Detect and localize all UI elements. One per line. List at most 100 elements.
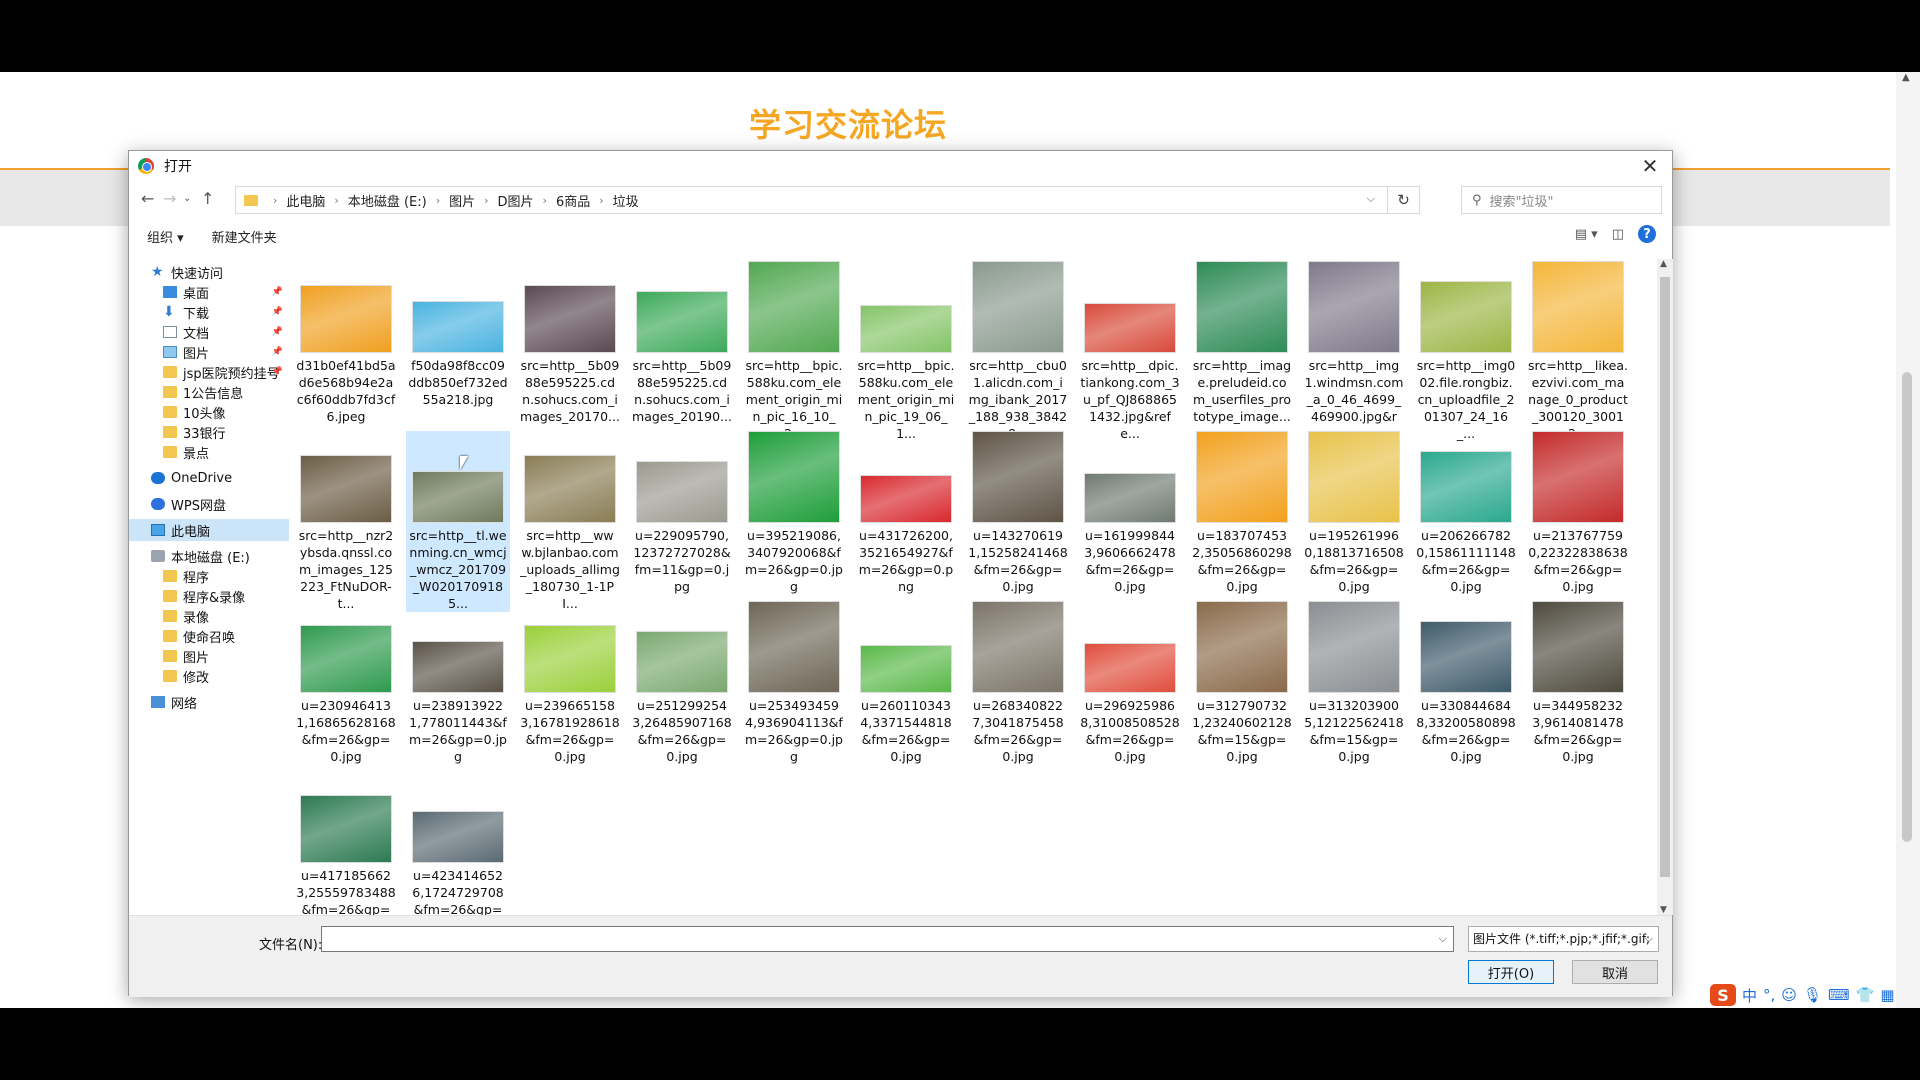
file-item[interactable]: u=2309464131,16865628168&fm=26&gp=0.jpg <box>294 601 398 765</box>
file-item[interactable]: u=2969259868,31008508528&fm=26&gp=0.jpg <box>1078 601 1182 765</box>
file-item[interactable]: u=1619998443,9606662478&fm=26&gp=0.jpg <box>1078 431 1182 595</box>
keyboard-icon[interactable]: ⌨ <box>1828 986 1850 1004</box>
file-item[interactable]: src=http__5b0988e595225.cdn.sohucs.com_i… <box>630 261 734 425</box>
file-item[interactable]: u=2512992543,26485907168&fm=26&gp=0.jpg <box>630 601 734 765</box>
ime-language[interactable]: 中 <box>1742 985 1757 1006</box>
file-item[interactable]: u=2062667820,15861111148&fm=26&gp=0.jpg <box>1414 431 1518 595</box>
new-folder-button[interactable]: 新建文件夹 <box>212 227 277 246</box>
file-item[interactable]: src=http__img1.windmsn.com_a_0_46_4699_4… <box>1302 261 1406 442</box>
sidebar-item[interactable]: 网络 <box>129 691 289 713</box>
file-item[interactable]: src=http__cbu01.alicdn.com_img_ibank_201… <box>966 261 1070 442</box>
sidebar-item[interactable]: 本地磁盘 (E:) <box>129 545 289 567</box>
sidebar-item[interactable]: 1公告信息 <box>129 381 289 403</box>
sidebar-item[interactable]: OneDrive <box>129 467 289 489</box>
sidebar-item[interactable]: 程序&录像 <box>129 585 289 607</box>
file-item[interactable]: src=http__bpic.588ku.com_element_origin_… <box>742 261 846 442</box>
filename-input[interactable]: ⌵ <box>321 926 1454 952</box>
file-item[interactable]: u=2396651583,16781928618&fm=26&gp=0.jpg <box>518 601 622 765</box>
file-item[interactable]: src=http__likea.ezvivi.com_manage_0_prod… <box>1526 261 1630 442</box>
sidebar-item[interactable]: 10头像 <box>129 401 289 423</box>
file-item[interactable]: src=http__nzr2ybsda.qnssl.com_images_125… <box>294 431 398 612</box>
cancel-button[interactable]: 取消 <box>1572 960 1658 984</box>
sidebar-item[interactable]: 文档 📌 <box>129 321 289 343</box>
breadcrumb-garbage[interactable]: 垃圾 <box>613 191 639 210</box>
organize-button[interactable]: 组织 ▾ <box>147 227 184 246</box>
file-type-dropdown-icon[interactable]: ⌵ <box>1645 927 1653 951</box>
file-item[interactable]: u=3132039005,12122562418&fm=15&gp=0.jpg <box>1302 601 1406 765</box>
file-item[interactable]: u=2534934594,936904113&fm=26&gp=0.jpg <box>742 601 846 765</box>
address-bar[interactable]: › 此电脑 › 本地磁盘 (E:) › 图片 › D图片 › 6商品 › 垃圾 … <box>235 186 1420 214</box>
file-item[interactable]: u=229095790,12372727028&fm=11&gp=0.jpg <box>630 431 734 595</box>
breadcrumb-6-products[interactable]: 6商品 <box>556 191 590 210</box>
file-item[interactable]: u=2683408227,3041875458&fm=26&gp=0.jpg <box>966 601 1070 765</box>
file-item[interactable]: f50da98f8cc09ddb850ef732ed55a218.jpg <box>406 261 510 408</box>
address-dropdown-icon[interactable]: ⌵ <box>1367 192 1375 206</box>
pin-icon[interactable]: 📌 <box>272 327 283 337</box>
pin-icon[interactable]: 📌 <box>272 367 283 377</box>
sidebar-item[interactable]: 33银行 <box>129 421 289 443</box>
up-arrow-icon[interactable]: ↑ <box>201 189 214 208</box>
page-scroll-thumb[interactable] <box>1902 372 1912 842</box>
back-arrow-icon[interactable]: ← <box>141 189 154 208</box>
file-item[interactable]: src=http__www.bjlanbao.com_uploads_allim… <box>518 431 622 612</box>
file-item[interactable]: u=3449582323,9614081478&fm=26&gp=0.jpg <box>1526 601 1630 765</box>
file-item[interactable]: u=4171856623,25559783488&fm=26&gp=0.jpg <box>294 771 398 915</box>
file-item[interactable]: u=2389139221,778011443&fm=26&gp=0.jpg <box>406 601 510 765</box>
file-item[interactable]: u=2601103434,3371544818&fm=26&gp=0.jpg <box>854 601 958 765</box>
search-box[interactable]: ⚲ 搜索"垃圾" <box>1461 186 1662 214</box>
sidebar-item[interactable]: 景点 <box>129 441 289 463</box>
punctuation-icon[interactable]: °, <box>1763 986 1775 1004</box>
file-item[interactable]: src=http__image.preludeid.com_userfiles_… <box>1190 261 1294 425</box>
file-item[interactable]: src=http__5b0988e595225.cdn.sohucs.com_i… <box>518 261 622 425</box>
file-item[interactable]: u=3308446848,33200580898&fm=26&gp=0.jpg <box>1414 601 1518 765</box>
scroll-up-icon[interactable]: ▲ <box>1660 259 1667 269</box>
breadcrumb-d-pictures[interactable]: D图片 <box>498 191 534 210</box>
forward-arrow-icon[interactable]: → <box>163 189 176 208</box>
recent-dropdown-icon[interactable]: ⌄ <box>183 193 191 204</box>
close-icon[interactable]: ✕ <box>1638 154 1662 178</box>
file-item[interactable]: u=1432706191,15258241468&fm=26&gp=0.jpg <box>966 431 1070 595</box>
file-item[interactable]: u=4234146526,1724729708&fm=26&gp=0.jpg <box>406 771 510 915</box>
sidebar-item[interactable]: 修改 <box>129 665 289 687</box>
pin-icon[interactable]: 📌 <box>272 287 283 297</box>
file-item[interactable]: u=2137677590,22322838638&fm=26&gp=0.jpg <box>1526 431 1630 595</box>
refresh-icon[interactable]: ↻ <box>1387 187 1419 213</box>
file-item[interactable]: src=http__img002.file.rongbiz.cn_uploadf… <box>1414 261 1518 442</box>
file-type-select[interactable]: 图片文件 (*.tiff;*.pjp;*.jfif;*.gif; ⌵ <box>1468 926 1659 952</box>
sidebar-item[interactable]: 录像 <box>129 605 289 627</box>
skin-icon[interactable]: 👕 <box>1856 986 1875 1004</box>
scroll-thumb[interactable] <box>1660 277 1670 877</box>
emoji-icon[interactable]: ☺ <box>1781 986 1797 1004</box>
breadcrumb-this-pc[interactable]: 此电脑 <box>286 191 325 210</box>
file-item[interactable]: u=1837074532,35056860298&fm=26&gp=0.jpg <box>1190 431 1294 595</box>
sidebar-item[interactable]: ★ 快速访问 <box>129 261 289 283</box>
file-item[interactable]: src=http__tl.wenming.cn_wmcj_wmcz_201709… <box>406 431 510 612</box>
page-scrollbar[interactable]: ▲ <box>1896 72 1920 1008</box>
breadcrumb-disk-e[interactable]: 本地磁盘 (E:) <box>348 191 427 210</box>
sidebar-item[interactable]: ⬇ 下载 📌 <box>129 301 289 323</box>
sidebar-item[interactable]: jsp医院预约挂号 📌 <box>129 361 289 383</box>
breadcrumb-pictures[interactable]: 图片 <box>449 191 475 210</box>
file-item[interactable]: u=431726200,3521654927&fm=26&gp=0.png <box>854 431 958 595</box>
sidebar-item[interactable]: 图片 📌 <box>129 341 289 363</box>
scroll-down-icon[interactable]: ▼ <box>1660 905 1667 915</box>
file-item[interactable]: u=395219086,3407920068&fm=26&gp=0.jpg <box>742 431 846 595</box>
sidebar-item[interactable]: 图片 <box>129 645 289 667</box>
file-item[interactable]: u=3127907321,23240602128&fm=15&gp=0.jpg <box>1190 601 1294 765</box>
open-button[interactable]: 打开(O) <box>1468 960 1554 984</box>
toolbox-icon[interactable]: ▦ <box>1880 986 1894 1004</box>
file-item[interactable]: src=http__bpic.588ku.com_element_origin_… <box>854 261 958 442</box>
sogou-logo-icon[interactable]: S <box>1710 984 1736 1006</box>
sidebar-item[interactable]: WPS网盘 <box>129 493 289 515</box>
sidebar-item[interactable]: 桌面 📌 <box>129 281 289 303</box>
scroll-up-arrow-icon[interactable]: ▲ <box>1902 72 1910 83</box>
pin-icon[interactable]: 📌 <box>272 347 283 357</box>
sidebar-item[interactable]: 此电脑 <box>129 519 289 541</box>
file-item[interactable]: d31b0ef41bd5ad6e568b94e2ac6f60ddb7fd3cf6… <box>294 261 398 425</box>
help-icon[interactable]: ? <box>1638 225 1656 243</box>
sidebar-item[interactable]: 程序 <box>129 565 289 587</box>
pin-icon[interactable]: 📌 <box>272 307 283 317</box>
file-grid-scrollbar[interactable]: ▲ ▼ <box>1657 259 1673 915</box>
file-item[interactable]: src=http__dpic.tiankong.com_3u_pf_QJ8688… <box>1078 261 1182 442</box>
file-item[interactable]: u=1952619960,18813716508&fm=26&gp=0.jpg <box>1302 431 1406 595</box>
